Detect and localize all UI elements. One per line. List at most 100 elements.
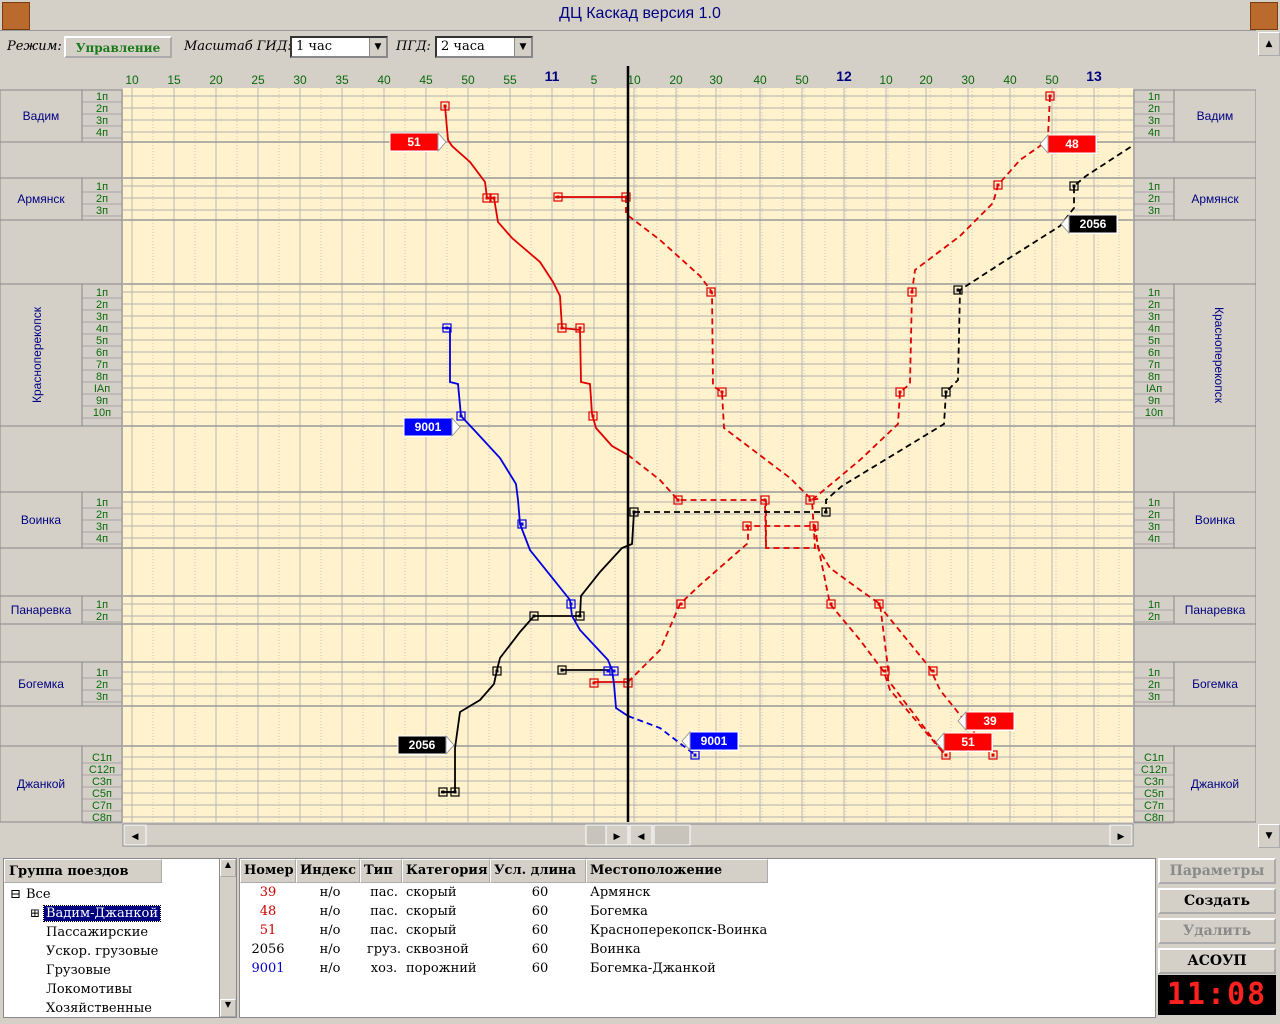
scale-label: Масштаб ГИД: — [184, 39, 292, 54]
tree-expand-icon[interactable]: ⊟ — [10, 887, 21, 902]
track-label: С12п — [89, 764, 115, 776]
station-name[interactable]: Джанкой — [17, 777, 65, 791]
chevron-down-icon[interactable]: ▼ — [369, 38, 386, 56]
minute-tick-label: 30 — [961, 73, 975, 87]
track-label: 1п — [96, 497, 108, 509]
track-label: 3п — [96, 691, 108, 703]
scroll-up-icon[interactable]: ▲ — [1258, 32, 1280, 56]
tree-item-locomotives[interactable]: Локомотивы — [46, 982, 132, 997]
track-label: 1п — [1148, 181, 1160, 193]
cell-type: пас. — [370, 904, 398, 919]
cell-number: 51 — [259, 923, 277, 938]
tree-item-passenger[interactable]: Пассажирские — [46, 925, 148, 940]
train-group-tree[interactable]: Группа поездов ▲ ▼ ⊟ Все ⊞ Вадим-Джанкой… — [3, 858, 237, 1018]
station-name[interactable]: Джанкой — [1191, 777, 1239, 791]
tree-item-fast-freight[interactable]: Ускор. грузовые — [46, 944, 158, 959]
chevron-down-icon[interactable]: ▼ — [514, 38, 531, 56]
col-location[interactable]: Местоположение — [586, 859, 768, 883]
col-index[interactable]: Индекс — [296, 859, 360, 883]
train-label-text: 51 — [407, 135, 421, 149]
train-label-text: 51 — [961, 735, 975, 749]
train-label-2056[interactable]: 2056 — [397, 734, 455, 756]
cell-length: 60 — [531, 923, 549, 938]
table-row[interactable]: 48 н/о пас. скорый 60 Богемка — [240, 904, 1150, 923]
station-name[interactable]: Панаревка — [11, 603, 72, 617]
cell-index: н/о — [319, 923, 341, 938]
track-label: 3п — [1148, 205, 1160, 217]
track-label: 1п — [96, 287, 108, 299]
track-label: 10п — [93, 407, 111, 419]
train-label-text: 9001 — [701, 734, 728, 748]
track-label: 7п — [96, 359, 108, 371]
table-row[interactable]: 2056 н/о груз. сквозной 60 Воинка — [240, 942, 1150, 961]
cell-type: груз. — [366, 942, 401, 957]
col-type[interactable]: Тип — [360, 859, 402, 883]
train-label-2056[interactable]: 2056 — [1060, 213, 1118, 235]
col-number[interactable]: Номер — [240, 859, 296, 883]
station-name[interactable]: Армянск — [17, 192, 65, 206]
station-name[interactable]: Панаревка — [1185, 603, 1246, 617]
delete-button[interactable]: Удалить — [1158, 918, 1276, 944]
cell-length: 60 — [531, 904, 549, 919]
window-close-button[interactable] — [1250, 2, 1278, 30]
scroll-down-icon[interactable]: ▼ — [220, 999, 236, 1017]
svg-text:◀: ◀ — [638, 831, 645, 841]
minute-tick-label: 10 — [125, 73, 139, 87]
train-table[interactable]: Номер Индекс Тип Категория Усл. длина Ме… — [239, 858, 1156, 1018]
train-schedule-graph[interactable]: 10 15 20 25 30 35 40 45 50 55 11 5 10 20 30 40 50 12 10 20 3… — [0, 64, 1256, 850]
train-label-text: 2056 — [1080, 217, 1107, 231]
station-name[interactable]: Вадим — [23, 109, 60, 123]
station-name[interactable]: Богемка — [18, 677, 64, 691]
track-label: 2п — [1148, 193, 1160, 205]
track-label: С5п — [1144, 788, 1164, 800]
hour-tick-label: 11 — [545, 68, 560, 84]
window-scrollbar[interactable]: ▲ ▼ — [1256, 30, 1280, 850]
mode-button[interactable]: Управление — [64, 36, 172, 58]
tree-header: Группа поездов — [4, 859, 162, 883]
station-name[interactable]: Красноперекопск — [1212, 307, 1226, 404]
train-label-9001[interactable]: 9001 — [403, 416, 461, 438]
tree-item-route[interactable]: Вадим-Джанкой — [42, 905, 162, 922]
minute-tick-label: 40 — [377, 73, 391, 87]
station-name[interactable]: Богемка — [1192, 677, 1238, 691]
tree-item-freight[interactable]: Грузовые — [46, 963, 111, 978]
station-name[interactable]: Армянск — [1191, 192, 1239, 206]
station-name[interactable]: Воинка — [21, 513, 62, 527]
station-name[interactable]: Воинка — [1195, 513, 1236, 527]
tree-scrollbar[interactable]: ▲ ▼ — [219, 859, 236, 1017]
minute-tick-label: 5 — [591, 73, 598, 87]
train-label-51[interactable]: 51 — [389, 131, 447, 153]
minute-tick-label: 45 — [419, 73, 433, 87]
toolbar: Режим: Управление Масштаб ГИД: 1 час ▼ П… — [0, 32, 1280, 62]
cell-category: порожний — [406, 961, 477, 976]
scroll-down-icon[interactable]: ▼ — [1258, 824, 1280, 848]
params-button[interactable]: Параметры — [1158, 858, 1276, 884]
cell-number: 48 — [259, 904, 277, 919]
train-label-9001[interactable]: 9001 — [681, 730, 739, 752]
col-length[interactable]: Усл. длина — [490, 859, 586, 883]
asoup-button[interactable]: АСОУП — [1158, 948, 1276, 974]
table-row[interactable]: 51 н/о пас. скорый 60 Красноперекопск-Воинка — [240, 923, 1150, 942]
tree-item-service[interactable]: Хозяйственные — [46, 1001, 152, 1016]
cell-length: 60 — [531, 961, 549, 976]
train-label-51[interactable]: 51 — [935, 731, 993, 753]
station-panel-left: Вадим1п2п3п4пАрмянск1п2п3пКрасноперекопс… — [0, 89, 123, 824]
scroll-up-icon[interactable]: ▲ — [220, 859, 236, 877]
col-category[interactable]: Категория — [402, 859, 490, 883]
station-name[interactable]: Вадим — [1197, 109, 1234, 123]
station-name[interactable]: Красноперекопск — [30, 306, 44, 403]
track-label: 2п — [96, 611, 108, 623]
track-label: 1п — [1148, 599, 1160, 611]
track-label: 3п — [1148, 691, 1160, 703]
horizontal-scrollbar[interactable]: ◀ ▶ ◀ ▶ — [122, 823, 1134, 847]
table-row[interactable]: 9001 н/о хоз. порожний 60 Богемка-Джанкой — [240, 961, 1150, 980]
tree-item-all[interactable]: Все — [26, 887, 51, 902]
pgd-select[interactable]: 2 часа ▼ — [435, 36, 533, 58]
table-row[interactable]: 39 н/о пас. скорый 60 Армянск — [240, 885, 1150, 904]
scale-select[interactable]: 1 час ▼ — [290, 36, 388, 58]
create-button[interactable]: Создать — [1158, 888, 1276, 914]
cell-type: пас. — [370, 885, 398, 900]
train-label-39[interactable]: 39 — [957, 710, 1015, 732]
tree-expand-icon[interactable]: ⊞ — [30, 906, 40, 920]
train-label-48[interactable]: 48 — [1039, 133, 1097, 155]
